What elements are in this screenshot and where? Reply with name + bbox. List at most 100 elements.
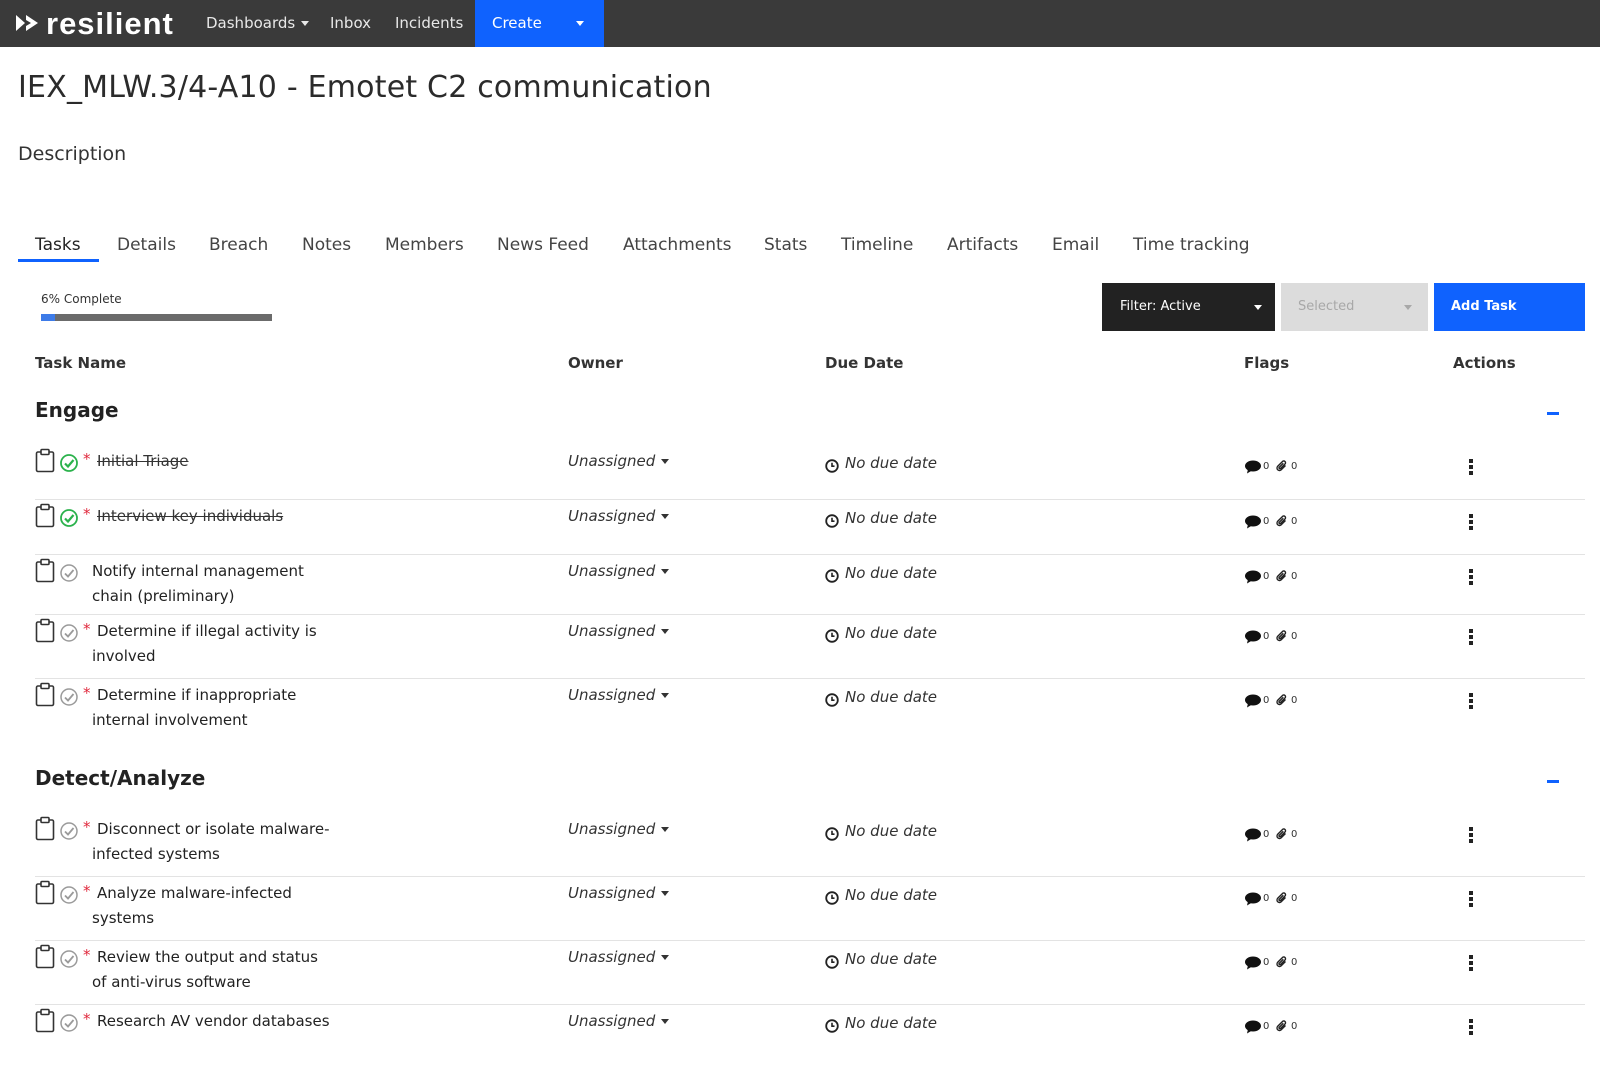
row-actions-menu-icon[interactable] — [1469, 891, 1473, 907]
paperclip-icon[interactable] — [1275, 1018, 1289, 1032]
comment-icon[interactable] — [1244, 693, 1262, 708]
row-actions-menu-icon[interactable] — [1469, 629, 1473, 645]
paperclip-icon[interactable] — [1275, 826, 1289, 840]
row-actions-menu-icon[interactable] — [1469, 569, 1473, 585]
task-name-link[interactable]: Disconnect or isolate malware-infected s… — [92, 817, 332, 867]
tab-email[interactable]: Email — [1052, 235, 1099, 269]
task-complete-check-icon[interactable] — [60, 624, 78, 642]
comment-icon[interactable] — [1244, 459, 1262, 474]
paperclip-icon[interactable] — [1275, 628, 1289, 642]
task-row[interactable]: Notify internal management chain (prelim… — [35, 558, 1585, 618]
clipboard-icon[interactable] — [35, 1008, 55, 1033]
task-name-link[interactable]: Research AV vendor databases — [92, 1009, 332, 1034]
task-complete-check-icon[interactable] — [60, 950, 78, 968]
row-actions-menu-icon[interactable] — [1469, 459, 1473, 475]
due-date-picker[interactable]: No due date — [845, 886, 937, 904]
owner-dropdown[interactable]: Unassigned — [568, 820, 670, 838]
create-dropdown-icon[interactable] — [576, 21, 584, 26]
due-date-picker[interactable]: No due date — [845, 509, 937, 527]
clipboard-icon[interactable] — [35, 503, 55, 528]
row-actions-menu-icon[interactable] — [1469, 955, 1473, 971]
task-name-link[interactable]: Determine if inappropriate internal invo… — [92, 683, 332, 733]
task-complete-check-icon[interactable] — [60, 564, 78, 582]
comment-icon[interactable] — [1244, 891, 1262, 906]
task-complete-check-icon[interactable] — [60, 688, 78, 706]
clipboard-icon[interactable] — [35, 448, 55, 473]
task-row[interactable]: * Determine if inappropriate internal inv… — [35, 682, 1585, 742]
due-date-picker[interactable]: No due date — [845, 564, 937, 582]
filter-dropdown[interactable]: Filter: Active — [1102, 283, 1275, 331]
task-complete-check-icon[interactable] — [60, 1014, 78, 1032]
column-header-owner[interactable]: Owner — [568, 354, 623, 372]
paperclip-icon[interactable] — [1275, 513, 1289, 527]
column-header-due-date[interactable]: Due Date — [825, 354, 903, 372]
tab-details[interactable]: Details — [117, 235, 176, 269]
column-header-task-name[interactable]: Task Name — [35, 354, 126, 372]
due-date-picker[interactable]: No due date — [845, 688, 937, 706]
task-name-link[interactable]: Notify internal management chain (prelim… — [92, 559, 332, 609]
tab-stats[interactable]: Stats — [764, 235, 807, 269]
collapse-group-icon[interactable] — [1547, 780, 1559, 783]
add-task-button[interactable]: Add Task — [1434, 283, 1585, 331]
task-completed-check-icon[interactable] — [60, 454, 78, 472]
comment-icon[interactable] — [1244, 569, 1262, 584]
due-date-picker[interactable]: No due date — [845, 1014, 937, 1032]
due-date-picker[interactable]: No due date — [845, 454, 937, 472]
paperclip-icon[interactable] — [1275, 890, 1289, 904]
tab-timeline[interactable]: Timeline — [841, 235, 913, 269]
due-date-picker[interactable]: No due date — [845, 624, 937, 642]
paperclip-icon[interactable] — [1275, 692, 1289, 706]
owner-dropdown[interactable]: Unassigned — [568, 562, 670, 580]
comment-icon[interactable] — [1244, 514, 1262, 529]
row-actions-menu-icon[interactable] — [1469, 514, 1473, 530]
row-actions-menu-icon[interactable] — [1469, 827, 1473, 843]
task-row[interactable]: * Determine if illegal activity is involv… — [35, 618, 1585, 678]
clipboard-icon[interactable] — [35, 618, 55, 643]
nav-dashboards[interactable]: Dashboards — [206, 0, 310, 47]
task-row[interactable]: * Disconnect or isolate malware-infected … — [35, 816, 1585, 876]
tab-artifacts[interactable]: Artifacts — [947, 235, 1018, 269]
owner-dropdown[interactable]: Unassigned — [568, 948, 670, 966]
task-row[interactable]: * Research AV vendor databases Unassigned N… — [35, 1008, 1585, 1068]
paperclip-icon[interactable] — [1275, 954, 1289, 968]
task-row[interactable]: * Review the output and status of anti-vi… — [35, 944, 1585, 1004]
task-name-link[interactable]: Initial Triage — [92, 449, 492, 474]
tab-attachments[interactable]: Attachments — [623, 235, 732, 269]
paperclip-icon[interactable] — [1275, 458, 1289, 472]
comment-icon[interactable] — [1244, 827, 1262, 842]
clipboard-icon[interactable] — [35, 558, 55, 583]
clipboard-icon[interactable] — [35, 682, 55, 707]
row-actions-menu-icon[interactable] — [1469, 1019, 1473, 1035]
selected-actions-dropdown[interactable]: Selected — [1281, 283, 1428, 331]
task-complete-check-icon[interactable] — [60, 822, 78, 840]
tab-notes[interactable]: Notes — [302, 235, 351, 269]
paperclip-icon[interactable] — [1275, 568, 1289, 582]
resilient-logo[interactable]: resilient — [16, 6, 174, 40]
comment-icon[interactable] — [1244, 1019, 1262, 1034]
task-name-link[interactable]: Analyze malware-infected systems — [92, 881, 332, 931]
tab-breach[interactable]: Breach — [209, 235, 268, 269]
owner-dropdown[interactable]: Unassigned — [568, 452, 670, 470]
task-name-link[interactable]: Review the output and status of anti-vir… — [92, 945, 332, 995]
task-complete-check-icon[interactable] — [60, 886, 78, 904]
due-date-picker[interactable]: No due date — [845, 950, 937, 968]
row-actions-menu-icon[interactable] — [1469, 693, 1473, 709]
owner-dropdown[interactable]: Unassigned — [568, 1012, 670, 1030]
tab-members[interactable]: Members — [385, 235, 464, 269]
owner-dropdown[interactable]: Unassigned — [568, 507, 670, 525]
owner-dropdown[interactable]: Unassigned — [568, 884, 670, 902]
comment-icon[interactable] — [1244, 955, 1262, 970]
task-row[interactable]: * Analyze malware-infected systems Unassig… — [35, 880, 1585, 940]
nav-incidents[interactable]: Incidents — [395, 0, 463, 47]
clipboard-icon[interactable] — [35, 944, 55, 969]
tab-news-feed[interactable]: News Feed — [497, 235, 589, 269]
owner-dropdown[interactable]: Unassigned — [568, 686, 670, 704]
comment-icon[interactable] — [1244, 629, 1262, 644]
task-completed-check-icon[interactable] — [60, 509, 78, 527]
clipboard-icon[interactable] — [35, 880, 55, 905]
nav-inbox[interactable]: Inbox — [330, 0, 371, 47]
owner-dropdown[interactable]: Unassigned — [568, 622, 670, 640]
tab-tasks[interactable]: Tasks — [35, 235, 81, 269]
task-name-link[interactable]: Determine if illegal activity is involve… — [92, 619, 332, 669]
clipboard-icon[interactable] — [35, 816, 55, 841]
